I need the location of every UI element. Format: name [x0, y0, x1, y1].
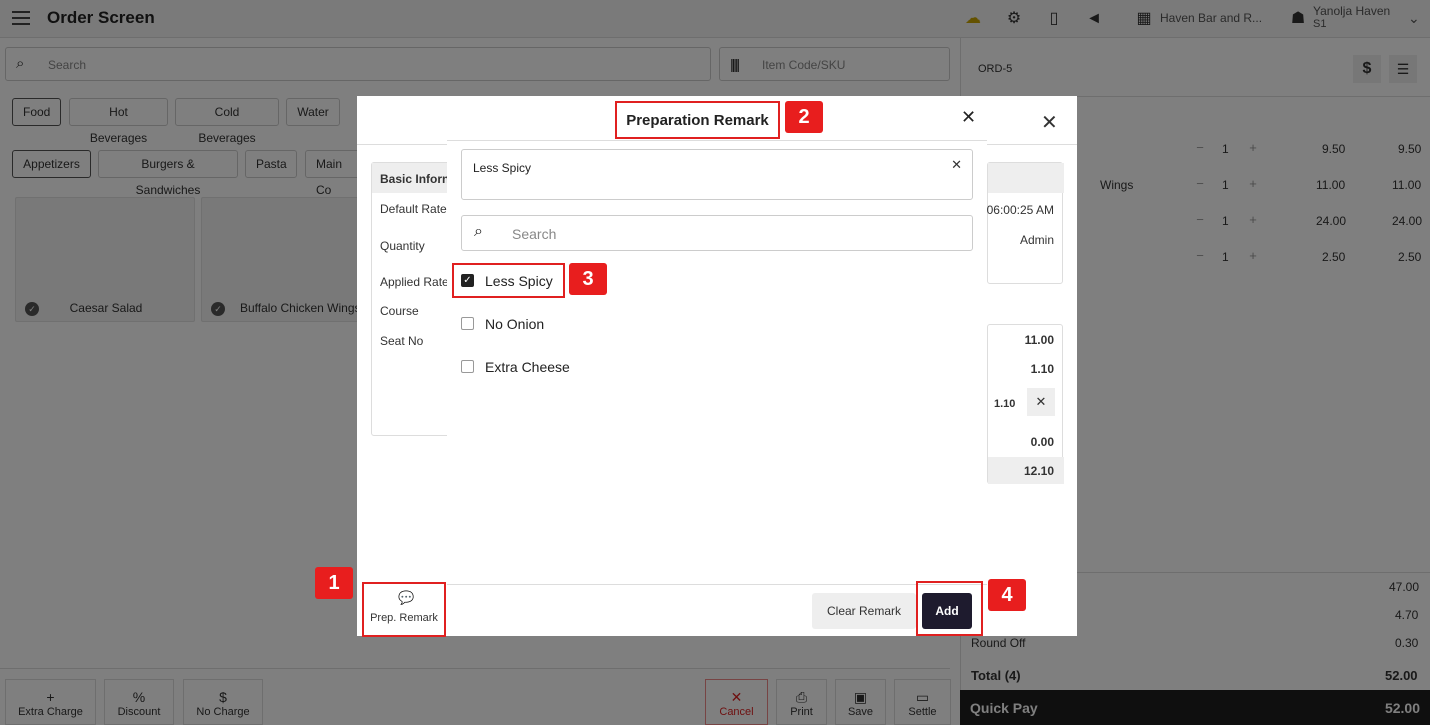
clear-icon[interactable]: ✕: [951, 157, 962, 173]
modal-title: Preparation Remark: [626, 112, 769, 129]
close-icon[interactable]: ✕: [1041, 110, 1058, 135]
checkbox-less-spicy[interactable]: ✓: [461, 274, 474, 287]
rate-value: 11.00: [1024, 333, 1054, 347]
remark-search-input[interactable]: ⌕ Search: [461, 215, 973, 251]
prep-remark-modal: Preparation Remark ✕ Less Spicy ✕ ⌕ Sear…: [447, 96, 987, 636]
rate-value: 0.00: [1030, 435, 1054, 449]
info-panel: 06:00:25 AM Admin: [986, 162, 1064, 284]
field-label: Applied Rate: [380, 275, 449, 289]
search-placeholder: Search: [512, 226, 557, 242]
checkbox-extra-cheese[interactable]: [461, 360, 474, 373]
divider: [447, 140, 987, 141]
divider: [447, 584, 987, 585]
remark-text: Less Spicy: [473, 161, 532, 175]
option-label[interactable]: No Onion: [485, 316, 544, 332]
option-label[interactable]: Extra Cheese: [485, 359, 570, 375]
rate-value: 1.10: [1030, 362, 1054, 376]
order-time: 06:00:25 AM: [986, 203, 1054, 217]
annotation-badge-2: 2: [785, 101, 823, 133]
section-header: [988, 163, 1064, 193]
add-button[interactable]: Add: [922, 593, 972, 629]
annotation-badge-4: 4: [988, 579, 1026, 611]
remark-textarea[interactable]: Less Spicy ✕: [461, 149, 973, 200]
rate-value: 1.10: [994, 398, 1016, 410]
field-label: Default Rate: [380, 202, 447, 216]
field-label: Seat No: [380, 334, 424, 348]
prep-remark-label: Prep. Remark: [370, 612, 438, 624]
close-icon[interactable]: ✕: [1027, 388, 1055, 416]
search-icon: ⌕: [474, 223, 483, 240]
rate-value: 12.10: [1023, 464, 1054, 478]
comment-icon: 💬: [398, 590, 415, 605]
field-label: Course: [380, 304, 419, 318]
modal-title-box: Preparation Remark: [615, 101, 780, 139]
prep-remark-button[interactable]: 💬 Prep. Remark: [362, 582, 446, 637]
annotation-badge-3: 3: [569, 263, 607, 295]
field-label: Quantity: [380, 239, 425, 253]
order-user: Admin: [1019, 233, 1054, 247]
section-title: Basic Inforn: [380, 172, 450, 186]
clear-remark-button[interactable]: Clear Remark: [812, 593, 916, 629]
rate-panel: 11.00 1.10 1.10 ✕ 0.00 12.10: [987, 324, 1064, 484]
option-label[interactable]: Less Spicy: [485, 273, 553, 289]
annotation-badge-1: 1: [315, 567, 353, 599]
close-icon[interactable]: ✕: [961, 107, 976, 128]
checkbox-no-onion[interactable]: [461, 317, 474, 330]
